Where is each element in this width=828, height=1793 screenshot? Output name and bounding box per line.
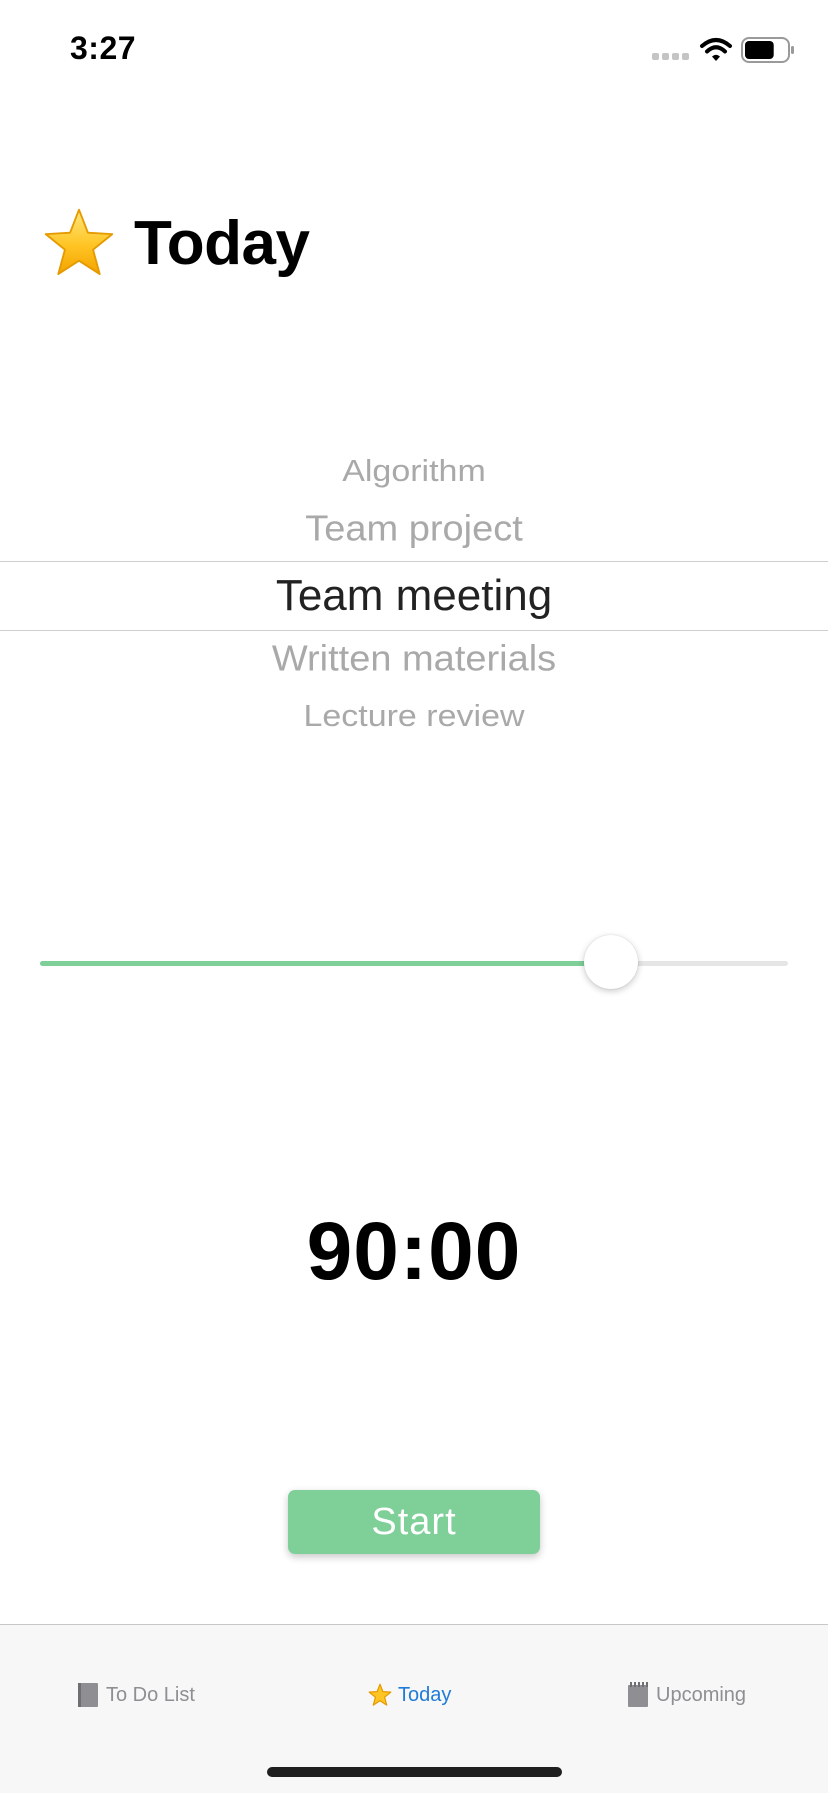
slider-thumb[interactable] <box>584 935 639 989</box>
page-title: Today <box>42 203 310 283</box>
tab-bar: To Do List Today Upcoming <box>0 1624 828 1793</box>
battery-icon <box>741 37 794 63</box>
tab-upcoming[interactable]: Upcoming <box>626 1665 746 1725</box>
star-icon <box>368 1683 392 1706</box>
picker-option[interactable]: Written materials <box>0 639 828 680</box>
duration-slider[interactable] <box>40 935 788 991</box>
battery-level <box>745 41 774 59</box>
picker-selection-divider <box>0 630 828 631</box>
timer-display: 90:00 <box>306 1206 522 1297</box>
picker-option[interactable]: Algorithm <box>0 454 828 489</box>
tab-to-do-list[interactable]: To Do List <box>76 1665 195 1725</box>
task-picker[interactable]: Algorithm Team project Team meeting Writ… <box>0 440 828 750</box>
wifi-icon <box>700 38 732 61</box>
picker-option[interactable]: Team project <box>0 509 828 550</box>
picker-selection-divider <box>0 561 828 562</box>
tab-label: To Do List <box>106 1683 195 1706</box>
tab-today[interactable]: Today <box>368 1665 451 1725</box>
signal-icon <box>652 53 690 61</box>
slider-fill <box>40 961 612 966</box>
spiral-notepad-icon <box>628 1682 648 1707</box>
status-time: 3:27 <box>70 30 137 66</box>
picker-option[interactable]: Lecture review <box>0 699 828 734</box>
tab-label: Upcoming <box>656 1683 747 1706</box>
home-indicator <box>267 1767 562 1777</box>
start-button-label: Start <box>371 1500 457 1543</box>
tab-label: Today <box>398 1683 452 1706</box>
start-button[interactable]: Start <box>288 1490 540 1554</box>
page-title-text: Today <box>134 208 310 278</box>
star-icon <box>44 208 114 276</box>
picker-selected-option[interactable]: Team meeting <box>0 571 828 621</box>
notebook-icon <box>78 1683 98 1707</box>
